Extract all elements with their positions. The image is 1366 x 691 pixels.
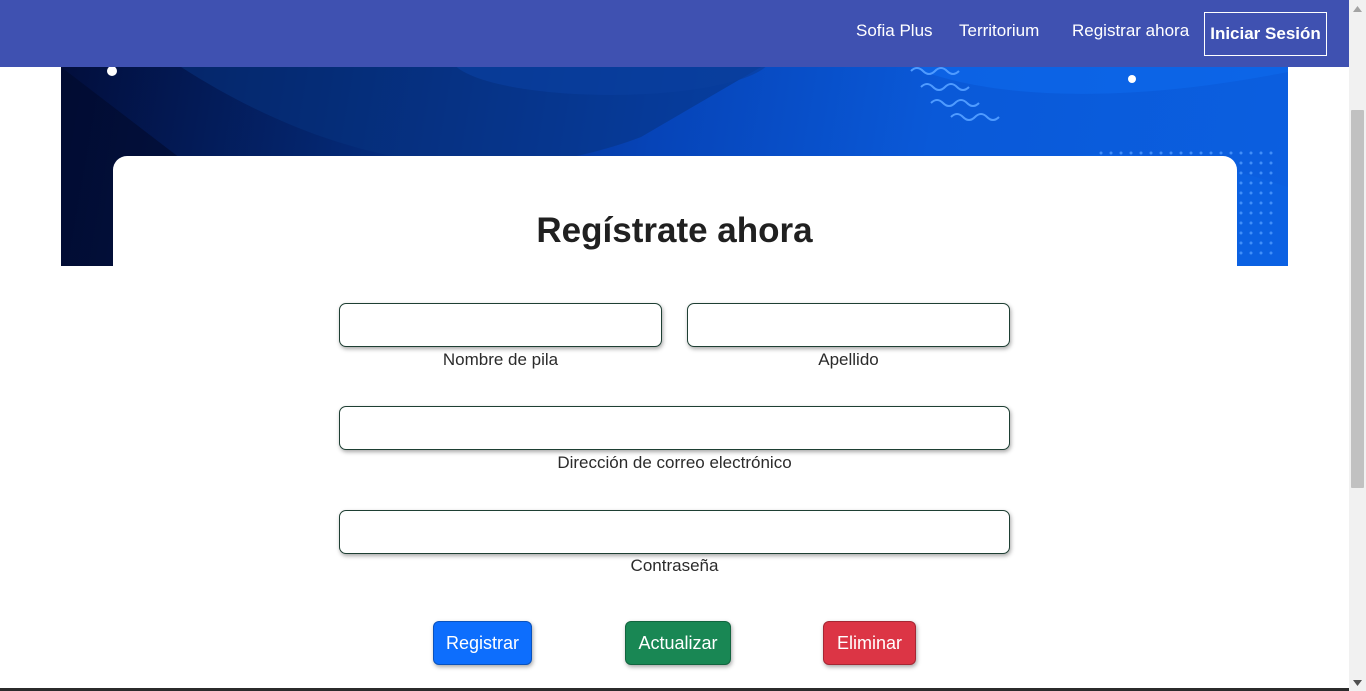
nav-link-registrar-ahora[interactable]: Registrar ahora xyxy=(1072,21,1189,41)
last-name-field[interactable] xyxy=(687,303,1010,347)
password-label: Contraseña xyxy=(630,556,719,575)
login-button[interactable]: Iniciar Sesión xyxy=(1204,12,1327,56)
vertical-scrollbar[interactable] xyxy=(1349,0,1366,691)
first-name-label: Nombre de pila xyxy=(442,350,559,369)
scrollbar-thumb[interactable] xyxy=(1351,110,1364,488)
nav-link-sofia-plus[interactable]: Sofia Plus xyxy=(856,21,933,41)
nav-link-territorium[interactable]: Territorium xyxy=(959,21,1039,41)
delete-button[interactable]: Eliminar xyxy=(823,621,916,665)
scroll-down-arrow-icon[interactable] xyxy=(1349,674,1366,691)
top-navbar: Sofia Plus Territorium Registrar ahora I… xyxy=(0,0,1349,67)
email-field[interactable] xyxy=(339,406,1010,450)
update-button[interactable]: Actualizar xyxy=(625,621,731,665)
register-button[interactable]: Registrar xyxy=(433,621,532,665)
scroll-up-arrow-icon[interactable] xyxy=(1349,0,1366,17)
last-name-label: Apellido xyxy=(818,350,879,369)
first-name-field[interactable] xyxy=(339,303,662,347)
page-title: Regístrate ahora xyxy=(536,211,813,250)
email-label: Dirección de correo electrónico xyxy=(557,453,792,472)
password-field[interactable] xyxy=(339,510,1010,554)
